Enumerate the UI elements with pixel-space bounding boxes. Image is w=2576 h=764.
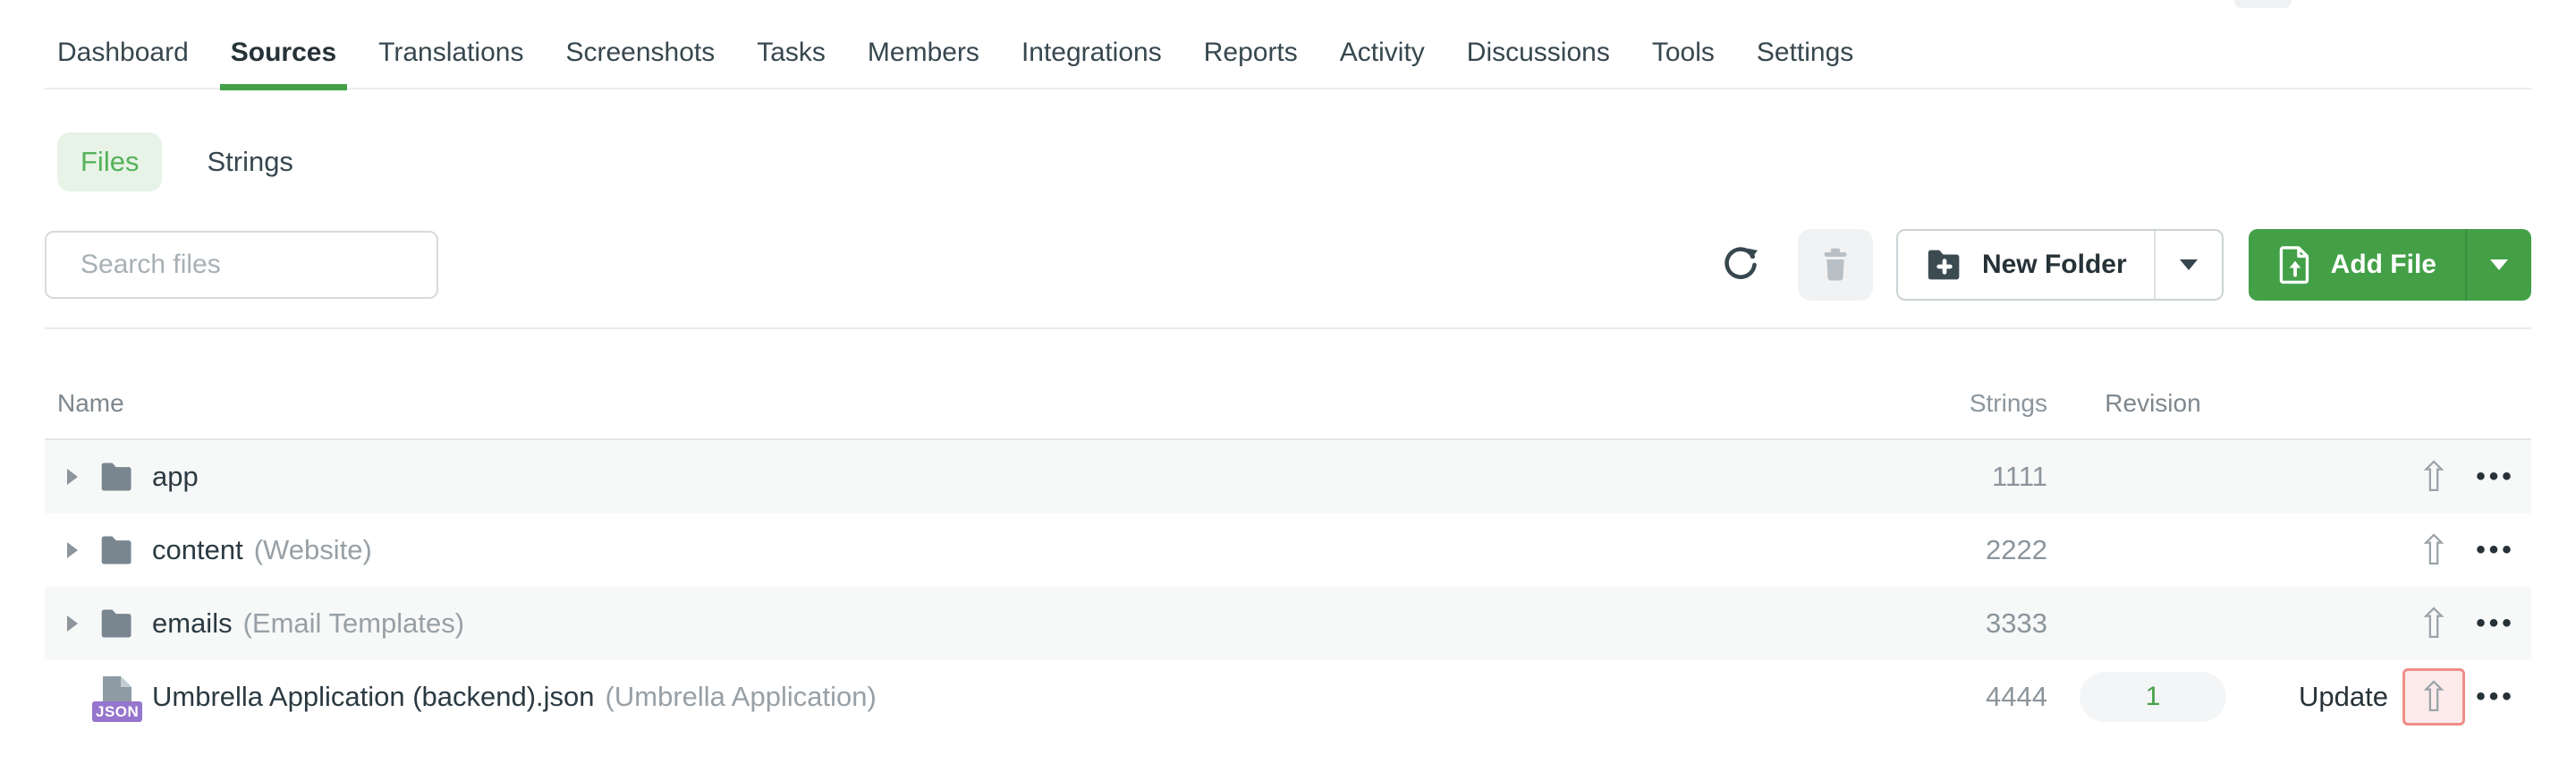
- header-strings: Strings: [1969, 389, 2047, 417]
- nav-tab-dashboard[interactable]: Dashboard: [57, 17, 189, 89]
- delete-selected-button[interactable]: [1797, 229, 1873, 301]
- new-folder-dropdown-button[interactable]: [2156, 231, 2222, 299]
- search-input[interactable]: [45, 231, 438, 299]
- refresh-icon: [1720, 244, 1761, 285]
- chevron-down-icon: [2490, 259, 2508, 270]
- strings-count: 2222: [1986, 534, 2047, 565]
- nav-tab-reports[interactable]: Reports: [1204, 17, 1298, 89]
- update-link[interactable]: Update: [2299, 681, 2388, 712]
- files-toolbar: New Folder Add File: [45, 229, 2531, 301]
- more-options-icon[interactable]: •••: [2476, 463, 2515, 490]
- file-name[interactable]: app: [152, 461, 199, 493]
- upload-icon[interactable]: ⇧: [2417, 530, 2452, 571]
- upload-icon[interactable]: ⇧: [2417, 456, 2452, 497]
- add-file-label: Add File: [2330, 250, 2436, 279]
- header-revision: Revision: [2105, 389, 2201, 417]
- expand-button[interactable]: [57, 615, 88, 632]
- nav-tab-tools[interactable]: Tools: [1652, 17, 1715, 89]
- revision-badge[interactable]: 1: [2080, 672, 2226, 722]
- file-name[interactable]: emails: [152, 607, 233, 640]
- nav-tab-sources[interactable]: Sources: [219, 17, 348, 90]
- folder-icon: [98, 533, 136, 567]
- nav-tab-translations[interactable]: Translations: [378, 17, 523, 89]
- add-file-button[interactable]: Add File: [2249, 229, 2467, 301]
- upload-icon[interactable]: ⇧: [2417, 676, 2452, 717]
- project-nav: Dashboard Sources Translations Screensho…: [45, 0, 2531, 90]
- file-name-suffix: (Umbrella Application): [605, 681, 877, 712]
- file-name[interactable]: Umbrella Application (backend).json: [152, 681, 595, 713]
- add-file-dropdown-button[interactable]: [2467, 229, 2531, 301]
- file-upload-icon: [2277, 244, 2313, 285]
- files-table-header: Name Strings Revision: [45, 329, 2531, 440]
- header-name: Name: [57, 389, 124, 417]
- table-row-app: app 1111 ⇧ •••: [45, 440, 2531, 514]
- refresh-button[interactable]: [1719, 242, 1762, 288]
- nav-tab-tasks[interactable]: Tasks: [757, 17, 826, 89]
- folder-icon: [98, 607, 136, 641]
- folder-plus-icon: [1925, 247, 1964, 283]
- view-toggle: Files Strings: [45, 132, 2531, 191]
- toggle-strings[interactable]: Strings: [207, 146, 292, 178]
- strings-count: 4444: [1986, 681, 2047, 712]
- trash-icon: [1818, 245, 1853, 284]
- expand-button[interactable]: [57, 469, 88, 485]
- nav-tab-integrations[interactable]: Integrations: [1021, 17, 1162, 89]
- file-name[interactable]: content: [152, 534, 243, 566]
- more-options-icon[interactable]: •••: [2476, 610, 2515, 637]
- add-file-split-button: Add File: [2248, 229, 2531, 301]
- json-file-icon: JSON: [92, 675, 143, 722]
- new-folder-split-button: New Folder: [1895, 229, 2224, 301]
- json-badge: JSON: [92, 701, 143, 722]
- table-row-emails: emails (Email Templates) 3333 ⇧ •••: [45, 587, 2531, 660]
- table-row-content: content (Website) 2222 ⇧ •••: [45, 514, 2531, 587]
- scrolled-element-fragment: [2234, 0, 2292, 8]
- nav-tab-activity[interactable]: Activity: [1340, 17, 1425, 89]
- caret-right-icon: [67, 615, 78, 632]
- strings-count: 3333: [1986, 607, 2047, 639]
- file-name-suffix: (Email Templates): [242, 607, 465, 639]
- caret-right-icon: [67, 469, 78, 485]
- nav-tab-screenshots[interactable]: Screenshots: [565, 17, 715, 89]
- new-folder-button[interactable]: New Folder: [1898, 231, 2156, 299]
- table-row-umbrella-json: JSON Umbrella Application (backend).json…: [45, 660, 2531, 734]
- target-highlight-box: ⇧: [2402, 668, 2465, 726]
- nav-tab-members[interactable]: Members: [868, 17, 979, 89]
- nav-tab-discussions[interactable]: Discussions: [1467, 17, 1610, 89]
- new-folder-label: New Folder: [1981, 250, 2127, 279]
- expand-button[interactable]: [57, 542, 88, 558]
- strings-count: 1111: [1991, 461, 2047, 492]
- more-options-icon[interactable]: •••: [2476, 683, 2515, 710]
- more-options-icon[interactable]: •••: [2476, 537, 2515, 564]
- folder-icon: [98, 460, 136, 494]
- upload-icon[interactable]: ⇧: [2417, 603, 2452, 644]
- chevron-down-icon: [2179, 259, 2198, 270]
- file-name-suffix: (Website): [253, 534, 372, 565]
- caret-right-icon: [67, 542, 78, 558]
- nav-tab-settings[interactable]: Settings: [1757, 17, 1853, 89]
- toggle-files[interactable]: Files: [57, 132, 163, 191]
